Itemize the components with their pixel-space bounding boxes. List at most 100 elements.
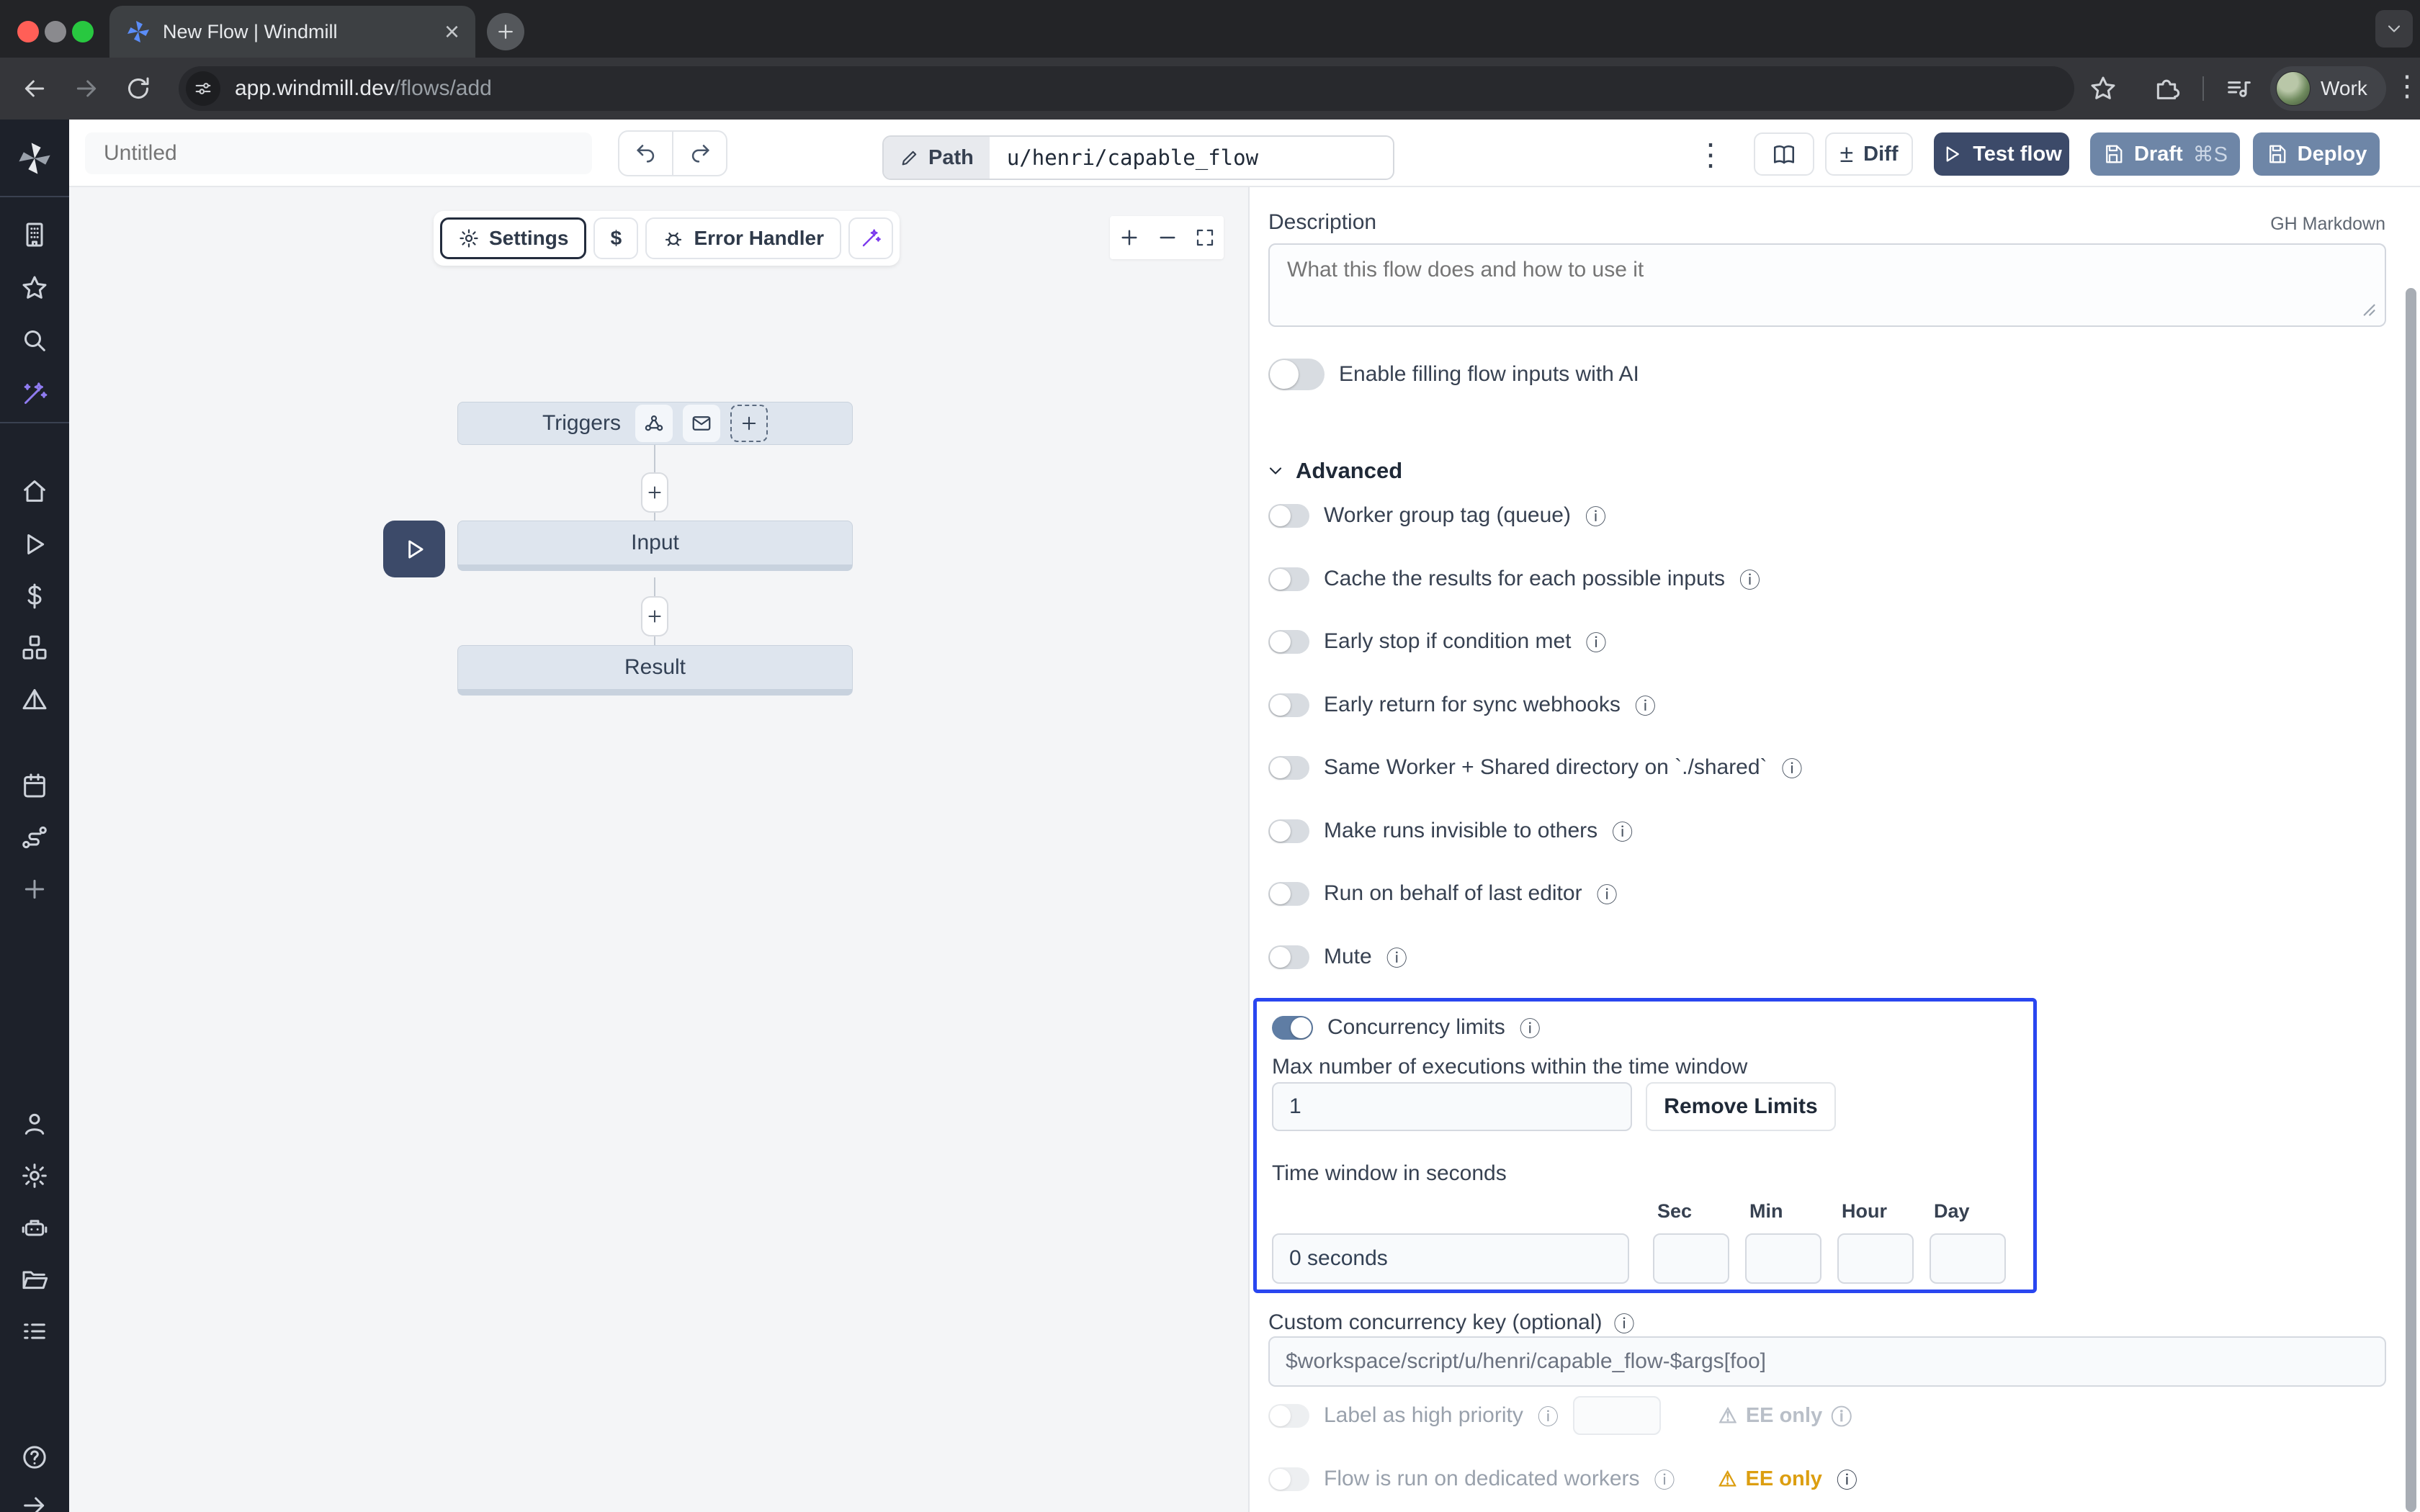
advanced-section-header[interactable]: Advanced <box>1265 458 1402 484</box>
redo-button[interactable] <box>672 132 726 175</box>
sidebar-item-favorites-star-icon[interactable] <box>20 274 49 302</box>
sidebar-item-triggers-prism-icon[interactable] <box>20 685 49 714</box>
cache-results-toggle[interactable] <box>1268 567 1309 591</box>
fit-view-icon[interactable] <box>1194 227 1216 248</box>
variables-dollar-button[interactable]: $ <box>593 217 638 259</box>
info-icon[interactable]: ⓘ <box>1739 564 1760 594</box>
test-flow-button[interactable]: Test flow <box>1934 132 2069 176</box>
sec-input[interactable] <box>1653 1233 1729 1284</box>
extensions-puzzle-icon[interactable] <box>2152 74 2181 103</box>
error-handler-button[interactable]: Error Handler <box>645 217 841 259</box>
new-tab-button[interactable] <box>487 13 524 50</box>
sidebar-item-audit-list-icon[interactable] <box>20 1317 49 1346</box>
browser-tab[interactable]: New Flow | Windmill × <box>109 6 475 58</box>
info-icon[interactable]: ⓘ <box>1597 878 1618 909</box>
triggers-node[interactable]: Triggers <box>457 402 853 445</box>
sidebar-item-variables-dollar-icon[interactable] <box>20 582 49 611</box>
traffic-light-zoom[interactable] <box>72 21 94 42</box>
custom-key-input[interactable] <box>1268 1336 2386 1387</box>
insert-step-button[interactable] <box>641 472 668 513</box>
insert-step-button[interactable] <box>641 596 668 636</box>
sidebar-item-runs-play-icon[interactable] <box>20 530 49 559</box>
remove-limits-button[interactable]: Remove Limits <box>1646 1082 1836 1131</box>
back-icon[interactable] <box>20 74 49 103</box>
flow-name-input[interactable] <box>85 132 592 174</box>
diff-button[interactable]: ± Diff <box>1825 132 1913 176</box>
browser-profile-button[interactable]: Work <box>2270 66 2386 111</box>
run-on-behalf-toggle[interactable] <box>1268 882 1309 906</box>
input-node[interactable]: Input <box>457 521 853 571</box>
browser-menu-icon[interactable]: ⋮ <box>2393 72 2420 101</box>
sidebar-item-ai-wand-icon[interactable] <box>20 379 49 408</box>
day-input[interactable] <box>1930 1233 2006 1284</box>
worker-group-toggle[interactable] <box>1268 504 1309 528</box>
high-priority-toggle[interactable] <box>1268 1404 1309 1428</box>
info-icon[interactable]: ⓘ <box>1635 690 1656 720</box>
undo-button[interactable] <box>619 132 672 175</box>
dedicated-workers-toggle[interactable] <box>1268 1467 1309 1491</box>
info-icon[interactable]: ⓘ <box>1654 1464 1675 1494</box>
concurrency-toggle[interactable] <box>1272 1016 1313 1040</box>
address-bar[interactable]: app.windmill.dev/flows/add <box>179 66 2074 111</box>
sidebar-item-settings-gear-icon[interactable] <box>20 1161 49 1190</box>
windmill-logo-icon[interactable] <box>16 140 53 177</box>
priority-value-input[interactable] <box>1573 1396 1661 1435</box>
sidebar-item-user-icon[interactable] <box>20 1110 49 1138</box>
info-icon[interactable]: ⓘ <box>1831 1400 1852 1431</box>
webhook-trigger-button[interactable] <box>635 405 673 442</box>
toolbar-menu-icon[interactable]: ⋮ <box>1695 137 1726 172</box>
sidebar-item-schedules-calendar-icon[interactable] <box>20 771 49 800</box>
reload-icon[interactable] <box>124 74 153 103</box>
traffic-light-minimize[interactable] <box>45 21 66 42</box>
info-icon[interactable]: ⓘ <box>1386 942 1407 972</box>
sidebar-item-search-icon[interactable] <box>20 326 49 355</box>
flow-canvas[interactable]: Settings $ Error Handler Triggers <box>69 187 1248 1512</box>
result-node[interactable]: Result <box>457 645 853 696</box>
early-return-toggle[interactable] <box>1268 693 1309 717</box>
info-icon[interactable]: ⓘ <box>1782 752 1803 783</box>
settings-button[interactable]: Settings <box>440 217 586 259</box>
sidebar-item-resources-cubes-icon[interactable] <box>20 634 49 662</box>
early-stop-toggle[interactable] <box>1268 630 1309 654</box>
bookmark-star-icon[interactable] <box>2089 74 2118 103</box>
ai-assistant-button[interactable] <box>848 217 893 259</box>
path-field[interactable]: Path u/henri/capable_flow <box>882 135 1394 180</box>
add-trigger-button[interactable] <box>730 405 768 442</box>
invisible-runs-toggle[interactable] <box>1268 819 1309 843</box>
sidebar-expand-arrow-icon[interactable] <box>20 1491 49 1512</box>
panel-scrollbar[interactable] <box>2406 288 2416 1512</box>
docs-book-button[interactable] <box>1754 132 1814 176</box>
info-icon[interactable]: ⓘ <box>1586 626 1607 657</box>
traffic-light-close[interactable] <box>17 21 39 42</box>
info-icon[interactable]: ⓘ <box>1520 1012 1541 1043</box>
email-trigger-button[interactable] <box>683 405 720 442</box>
description-textarea[interactable] <box>1268 243 2386 327</box>
path-value[interactable]: u/henri/capable_flow <box>990 137 1393 179</box>
sidebar-item-folders-icon[interactable] <box>20 1265 49 1294</box>
sidebar-item-workers-robot-icon[interactable] <box>20 1213 49 1242</box>
sidebar-item-help-icon[interactable] <box>20 1443 49 1472</box>
draft-button[interactable]: Draft ⌘S <box>2090 132 2240 176</box>
sidebar-item-flows-route-icon[interactable] <box>20 823 49 852</box>
sidebar-item-home-icon[interactable] <box>20 477 49 505</box>
time-window-input[interactable] <box>1272 1233 1629 1284</box>
max-executions-input[interactable] <box>1272 1082 1632 1131</box>
site-info-icon[interactable] <box>186 71 220 106</box>
run-input-button[interactable] <box>383 521 445 577</box>
sidebar-item-workspace-building-icon[interactable] <box>20 220 49 249</box>
zoom-out-icon[interactable] <box>1156 226 1179 249</box>
mute-toggle[interactable] <box>1268 945 1309 969</box>
ai-inputs-toggle[interactable] <box>1268 359 1325 390</box>
forward-icon[interactable] <box>72 74 101 103</box>
same-worker-toggle[interactable] <box>1268 756 1309 780</box>
tab-search-button[interactable] <box>2375 10 2413 48</box>
info-icon[interactable]: ⓘ <box>1538 1400 1559 1431</box>
min-input[interactable] <box>1745 1233 1821 1284</box>
tab-close-icon[interactable]: × <box>444 19 460 45</box>
zoom-in-icon[interactable] <box>1118 226 1141 249</box>
info-icon[interactable]: ⓘ <box>1585 500 1606 531</box>
resize-grip-icon[interactable] <box>2362 302 2376 317</box>
hour-input[interactable] <box>1837 1233 1914 1284</box>
info-icon[interactable]: ⓘ <box>1837 1464 1857 1494</box>
info-icon[interactable]: ⓘ <box>1614 1308 1635 1338</box>
